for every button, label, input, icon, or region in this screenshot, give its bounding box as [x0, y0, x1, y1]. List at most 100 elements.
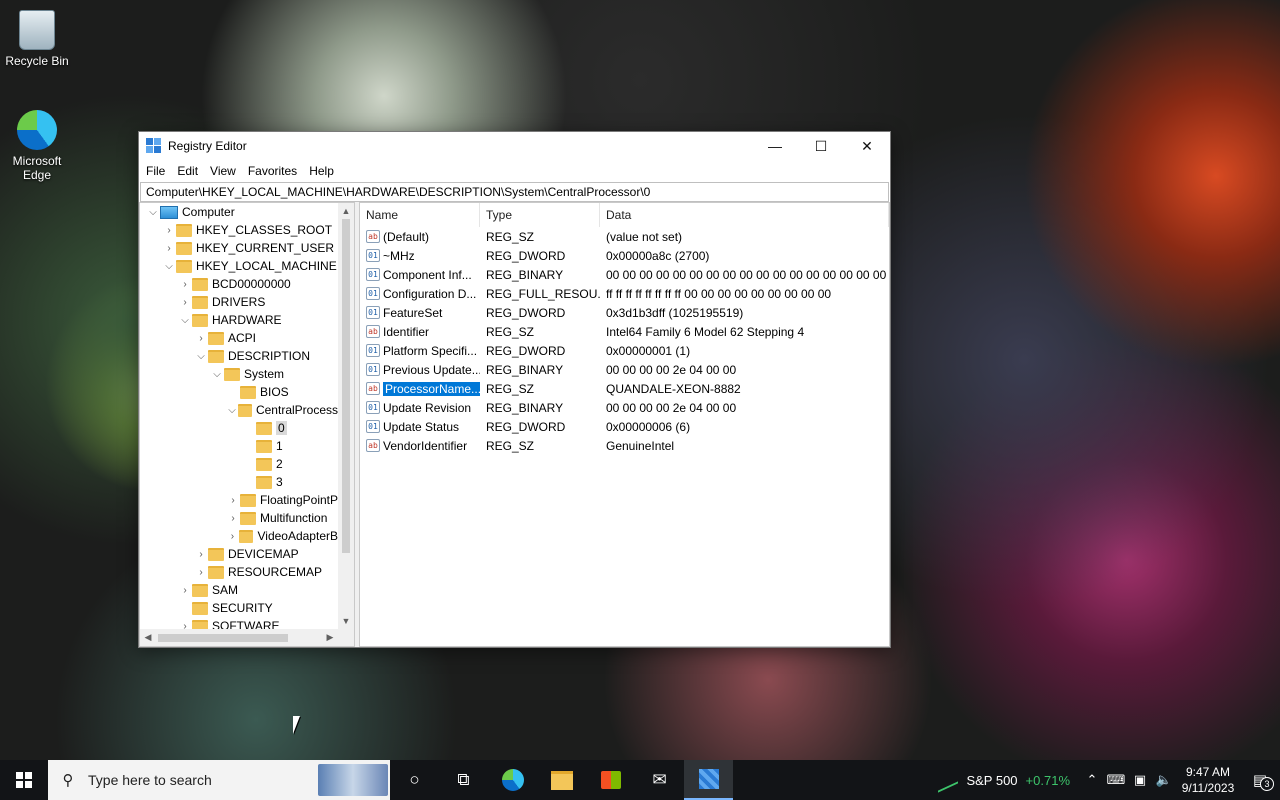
tree-node-label: HARDWARE	[212, 313, 282, 327]
value-row[interactable]: ab (Default) REG_SZ (value not set)	[360, 227, 889, 246]
value-row[interactable]: 01 Previous Update... REG_BINARY 00 00 00 0…	[360, 360, 889, 379]
tree-node[interactable]: › SOFTWARE	[140, 617, 338, 629]
collapse-chevron-icon[interactable]: ⌵	[178, 315, 192, 326]
tree-node[interactable]: 0	[140, 419, 338, 437]
tree-node-label: ACPI	[228, 331, 257, 345]
tree-node[interactable]: › HKEY_CURRENT_USER	[140, 239, 338, 257]
expand-chevron-icon[interactable]: ›	[194, 333, 208, 344]
chevron-up-icon[interactable]: ⌃	[1080, 772, 1104, 788]
expand-chevron-icon[interactable]: ›	[162, 225, 176, 236]
scroll-right-icon[interactable]: ▶	[322, 629, 338, 646]
column-header-data[interactable]: Data	[600, 203, 889, 227]
store-icon[interactable]	[586, 760, 635, 800]
tree-node[interactable]: ⌵ CentralProcess	[140, 401, 338, 419]
title-bar[interactable]: Registry Editor — ☐ ✕	[139, 132, 890, 160]
clock[interactable]: 9:47 AM 9/11/2023	[1176, 764, 1240, 796]
action-center-icon[interactable]: ▤3	[1240, 771, 1280, 791]
expand-chevron-icon[interactable]: ›	[226, 513, 240, 524]
tree-node[interactable]: › DRIVERS	[140, 293, 338, 311]
expand-chevron-icon[interactable]: ›	[194, 549, 208, 560]
binary-value-icon: 01	[366, 344, 380, 357]
tree-node[interactable]: BIOS	[140, 383, 338, 401]
tree-vscroll-thumb[interactable]	[342, 219, 350, 553]
tree-node[interactable]: › VideoAdapterB	[140, 527, 338, 545]
value-row[interactable]: ab Identifier REG_SZ Intel64 Family 6 Model…	[360, 322, 889, 341]
tree-node[interactable]: ⌵ HKEY_LOCAL_MACHINE	[140, 257, 338, 275]
menu-edit[interactable]: Edit	[171, 164, 204, 178]
tree-node[interactable]: › Multifunction	[140, 509, 338, 527]
tree-node[interactable]: ⌵ System	[140, 365, 338, 383]
value-row[interactable]: 01 Platform Specifi... REG_DWORD 0x00000001…	[360, 341, 889, 360]
value-name: Update Revision	[383, 400, 472, 415]
tree-node[interactable]: ⌵ Computer	[140, 203, 338, 221]
collapse-chevron-icon[interactable]: ⌵	[146, 207, 160, 218]
menu-favorites[interactable]: Favorites	[242, 164, 303, 178]
tree-node[interactable]: › FloatingPointP	[140, 491, 338, 509]
menu-help[interactable]: Help	[303, 164, 340, 178]
expand-chevron-icon[interactable]: ›	[178, 585, 192, 596]
stock-widget[interactable]: S&P 500 +0.71%	[938, 767, 1070, 793]
start-button[interactable]	[0, 760, 48, 800]
mail-icon[interactable]: ✉	[635, 760, 684, 800]
tree-node[interactable]: 1	[140, 437, 338, 455]
menu-file[interactable]: File	[140, 164, 171, 178]
edge-shortcut[interactable]: Microsoft Edge	[1, 110, 73, 182]
tree-node[interactable]: › DEVICEMAP	[140, 545, 338, 563]
recycle-bin-shortcut[interactable]: Recycle Bin	[1, 10, 73, 68]
tree-vertical-scrollbar[interactable]: ▲ ▼	[338, 203, 354, 629]
expand-chevron-icon[interactable]: ›	[162, 243, 176, 254]
tree-node[interactable]: › HKEY_CLASSES_ROOT	[140, 221, 338, 239]
meet-now-icon[interactable]: ⌨	[1104, 772, 1128, 788]
expand-chevron-icon[interactable]: ›	[178, 297, 192, 308]
tree-node[interactable]: › SAM	[140, 581, 338, 599]
tree-node[interactable]: › BCD00000000	[140, 275, 338, 293]
collapse-chevron-icon[interactable]: ⌵	[226, 405, 238, 416]
address-bar[interactable]: Computer\HKEY_LOCAL_MACHINE\HARDWARE\DES…	[140, 182, 889, 202]
scroll-up-icon[interactable]: ▲	[338, 203, 354, 219]
column-header-type[interactable]: Type	[480, 203, 600, 227]
task-view-icon[interactable]: ⧉	[439, 760, 488, 800]
value-row[interactable]: 01 ~MHz REG_DWORD 0x00000a8c (2700)	[360, 246, 889, 265]
regedit-taskbar-icon[interactable]	[684, 760, 733, 800]
tree-node[interactable]: › ACPI	[140, 329, 338, 347]
tree-node[interactable]: 2	[140, 455, 338, 473]
expand-chevron-icon[interactable]: ›	[226, 531, 239, 542]
collapse-chevron-icon[interactable]: ⌵	[162, 261, 176, 272]
column-header-name[interactable]: Name	[360, 203, 480, 227]
value-data: 0x00000001 (1)	[606, 343, 691, 358]
collapse-chevron-icon[interactable]: ⌵	[194, 351, 208, 362]
value-name: (Default)	[383, 229, 430, 244]
close-button[interactable]: ✕	[844, 132, 890, 160]
tree-node[interactable]: 3	[140, 473, 338, 491]
value-row[interactable]: ab VendorIdentifier REG_SZ GenuineIntel	[360, 436, 889, 455]
expand-chevron-icon[interactable]: ›	[226, 495, 240, 506]
tree-node[interactable]: ⌵ HARDWARE	[140, 311, 338, 329]
expand-chevron-icon[interactable]: ›	[194, 567, 208, 578]
tree-node[interactable]: ⌵ DESCRIPTION	[140, 347, 338, 365]
value-row[interactable]: 01 Update Status REG_DWORD 0x00000006 (6)	[360, 417, 889, 436]
maximize-button[interactable]: ☐	[798, 132, 844, 160]
taskbar-search-box[interactable]: ⚲ Type here to search	[48, 760, 390, 800]
file-explorer-icon[interactable]	[537, 760, 586, 800]
collapse-chevron-icon[interactable]: ⌵	[210, 369, 224, 380]
scroll-down-icon[interactable]: ▼	[338, 613, 354, 629]
tree-hscroll-thumb[interactable]	[158, 634, 288, 642]
tree-node[interactable]: SECURITY	[140, 599, 338, 617]
expand-chevron-icon[interactable]: ›	[178, 621, 192, 630]
value-row[interactable]: 01 FeatureSet REG_DWORD 0x3d1b3dff (1025195…	[360, 303, 889, 322]
cortana-icon[interactable]: ○	[390, 760, 439, 800]
value-row[interactable]: 01 Configuration D... REG_FULL_RESOU... ff …	[360, 284, 889, 303]
expand-chevron-icon[interactable]: ›	[178, 279, 192, 290]
search-highlight-image[interactable]	[318, 764, 388, 796]
network-icon[interactable]: ▣	[1128, 772, 1152, 788]
value-row[interactable]: 01 Component Inf... REG_BINARY 00 00 00 00 …	[360, 265, 889, 284]
volume-muted-icon[interactable]: 🔈	[1152, 772, 1176, 788]
menu-view[interactable]: View	[204, 164, 242, 178]
tree-horizontal-scrollbar[interactable]: ◀ ▶	[140, 629, 338, 646]
edge-taskbar-icon[interactable]	[488, 760, 537, 800]
value-row[interactable]: ab ProcessorName... REG_SZ QUANDALE-XEON-88…	[360, 379, 889, 398]
scroll-left-icon[interactable]: ◀	[140, 629, 156, 646]
value-row[interactable]: 01 Update Revision REG_BINARY 00 00 00 00 2…	[360, 398, 889, 417]
tree-node[interactable]: › RESOURCEMAP	[140, 563, 338, 581]
minimize-button[interactable]: —	[752, 132, 798, 160]
